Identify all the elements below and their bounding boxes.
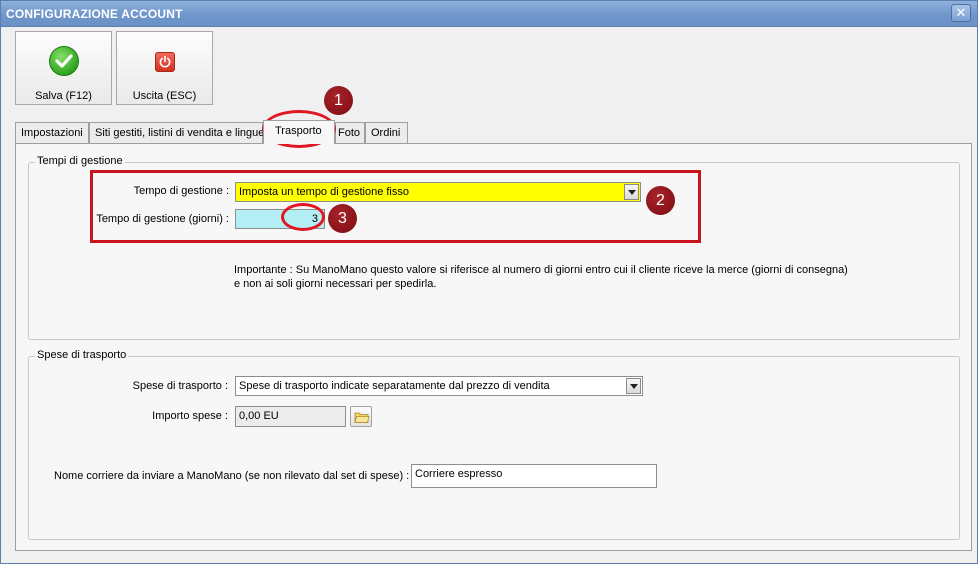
tab-foto[interactable]: Foto <box>335 122 365 143</box>
exit-button[interactable]: Uscita (ESC) <box>116 31 213 105</box>
note-line-1: Importante : Su ManoMano questo valore s… <box>234 264 848 276</box>
tab-label: Trasporto <box>275 125 322 137</box>
nome-corriere-label: Nome corriere da inviare a ManoMano (se … <box>54 470 410 482</box>
tab-label: Impostazioni <box>21 127 83 139</box>
title-bar[interactable]: CONFIGURAZIONE ACCOUNT ✕ <box>1 1 977 27</box>
spese-trasporto-legend: Spese di trasporto <box>35 349 129 361</box>
config-account-window: CONFIGURAZIONE ACCOUNT ✕ Salva (F12) Usc… <box>0 0 978 564</box>
note-line-2: e non ai soli giorni necessari per spedi… <box>234 278 437 290</box>
tab-label: Siti gestiti, listini di vendita e lingu… <box>95 127 265 139</box>
spese-trasporto-select[interactable]: Spese di trasporto indicate separatament… <box>235 376 643 396</box>
annotation-rect-tempo <box>90 170 701 243</box>
tab-label: Foto <box>338 127 361 139</box>
folder-button[interactable] <box>350 406 372 427</box>
annotation-badge-3: 3 <box>328 204 357 233</box>
tab-ordini[interactable]: Ordini <box>365 122 408 143</box>
annotation-badge-1: 1 <box>324 86 353 115</box>
importo-spese-input[interactable]: 0,00 EU <box>235 406 346 427</box>
close-button[interactable]: ✕ <box>951 4 971 22</box>
importo-spese-value: 0,00 EU <box>239 410 279 422</box>
spese-trasporto-label: Spese di trasporto : <box>132 380 228 392</box>
spese-trasporto-value: Spese di trasporto indicate separatament… <box>239 380 550 392</box>
nome-corriere-input[interactable]: Corriere espresso <box>411 464 657 488</box>
tab-label: Ordini <box>371 127 401 139</box>
tab-impostazioni[interactable]: Impostazioni <box>15 122 89 143</box>
exit-button-label: Uscita (ESC) <box>132 90 197 102</box>
tab-trasporto[interactable]: Trasporto <box>263 120 335 144</box>
importante-note: Importante : Su ManoMano questo valore s… <box>234 263 848 291</box>
chevron-down-icon[interactable] <box>626 378 641 394</box>
annotation-badge-2: 2 <box>646 186 675 215</box>
window-title: CONFIGURAZIONE ACCOUNT <box>6 7 183 21</box>
importo-spese-label: Importo spese : <box>152 410 228 422</box>
power-icon <box>155 52 175 72</box>
tempi-gestione-legend: Tempi di gestione <box>35 155 125 167</box>
annotation-ellipse-giorni <box>281 203 325 231</box>
nome-corriere-value: Corriere espresso <box>415 468 503 480</box>
save-button-label: Salva (F12) <box>35 90 92 102</box>
tab-siti-gestiti[interactable]: Siti gestiti, listini di vendita e lingu… <box>89 122 265 143</box>
save-button[interactable]: Salva (F12) <box>15 31 112 105</box>
check-icon <box>49 46 79 76</box>
folder-icon <box>354 412 370 423</box>
